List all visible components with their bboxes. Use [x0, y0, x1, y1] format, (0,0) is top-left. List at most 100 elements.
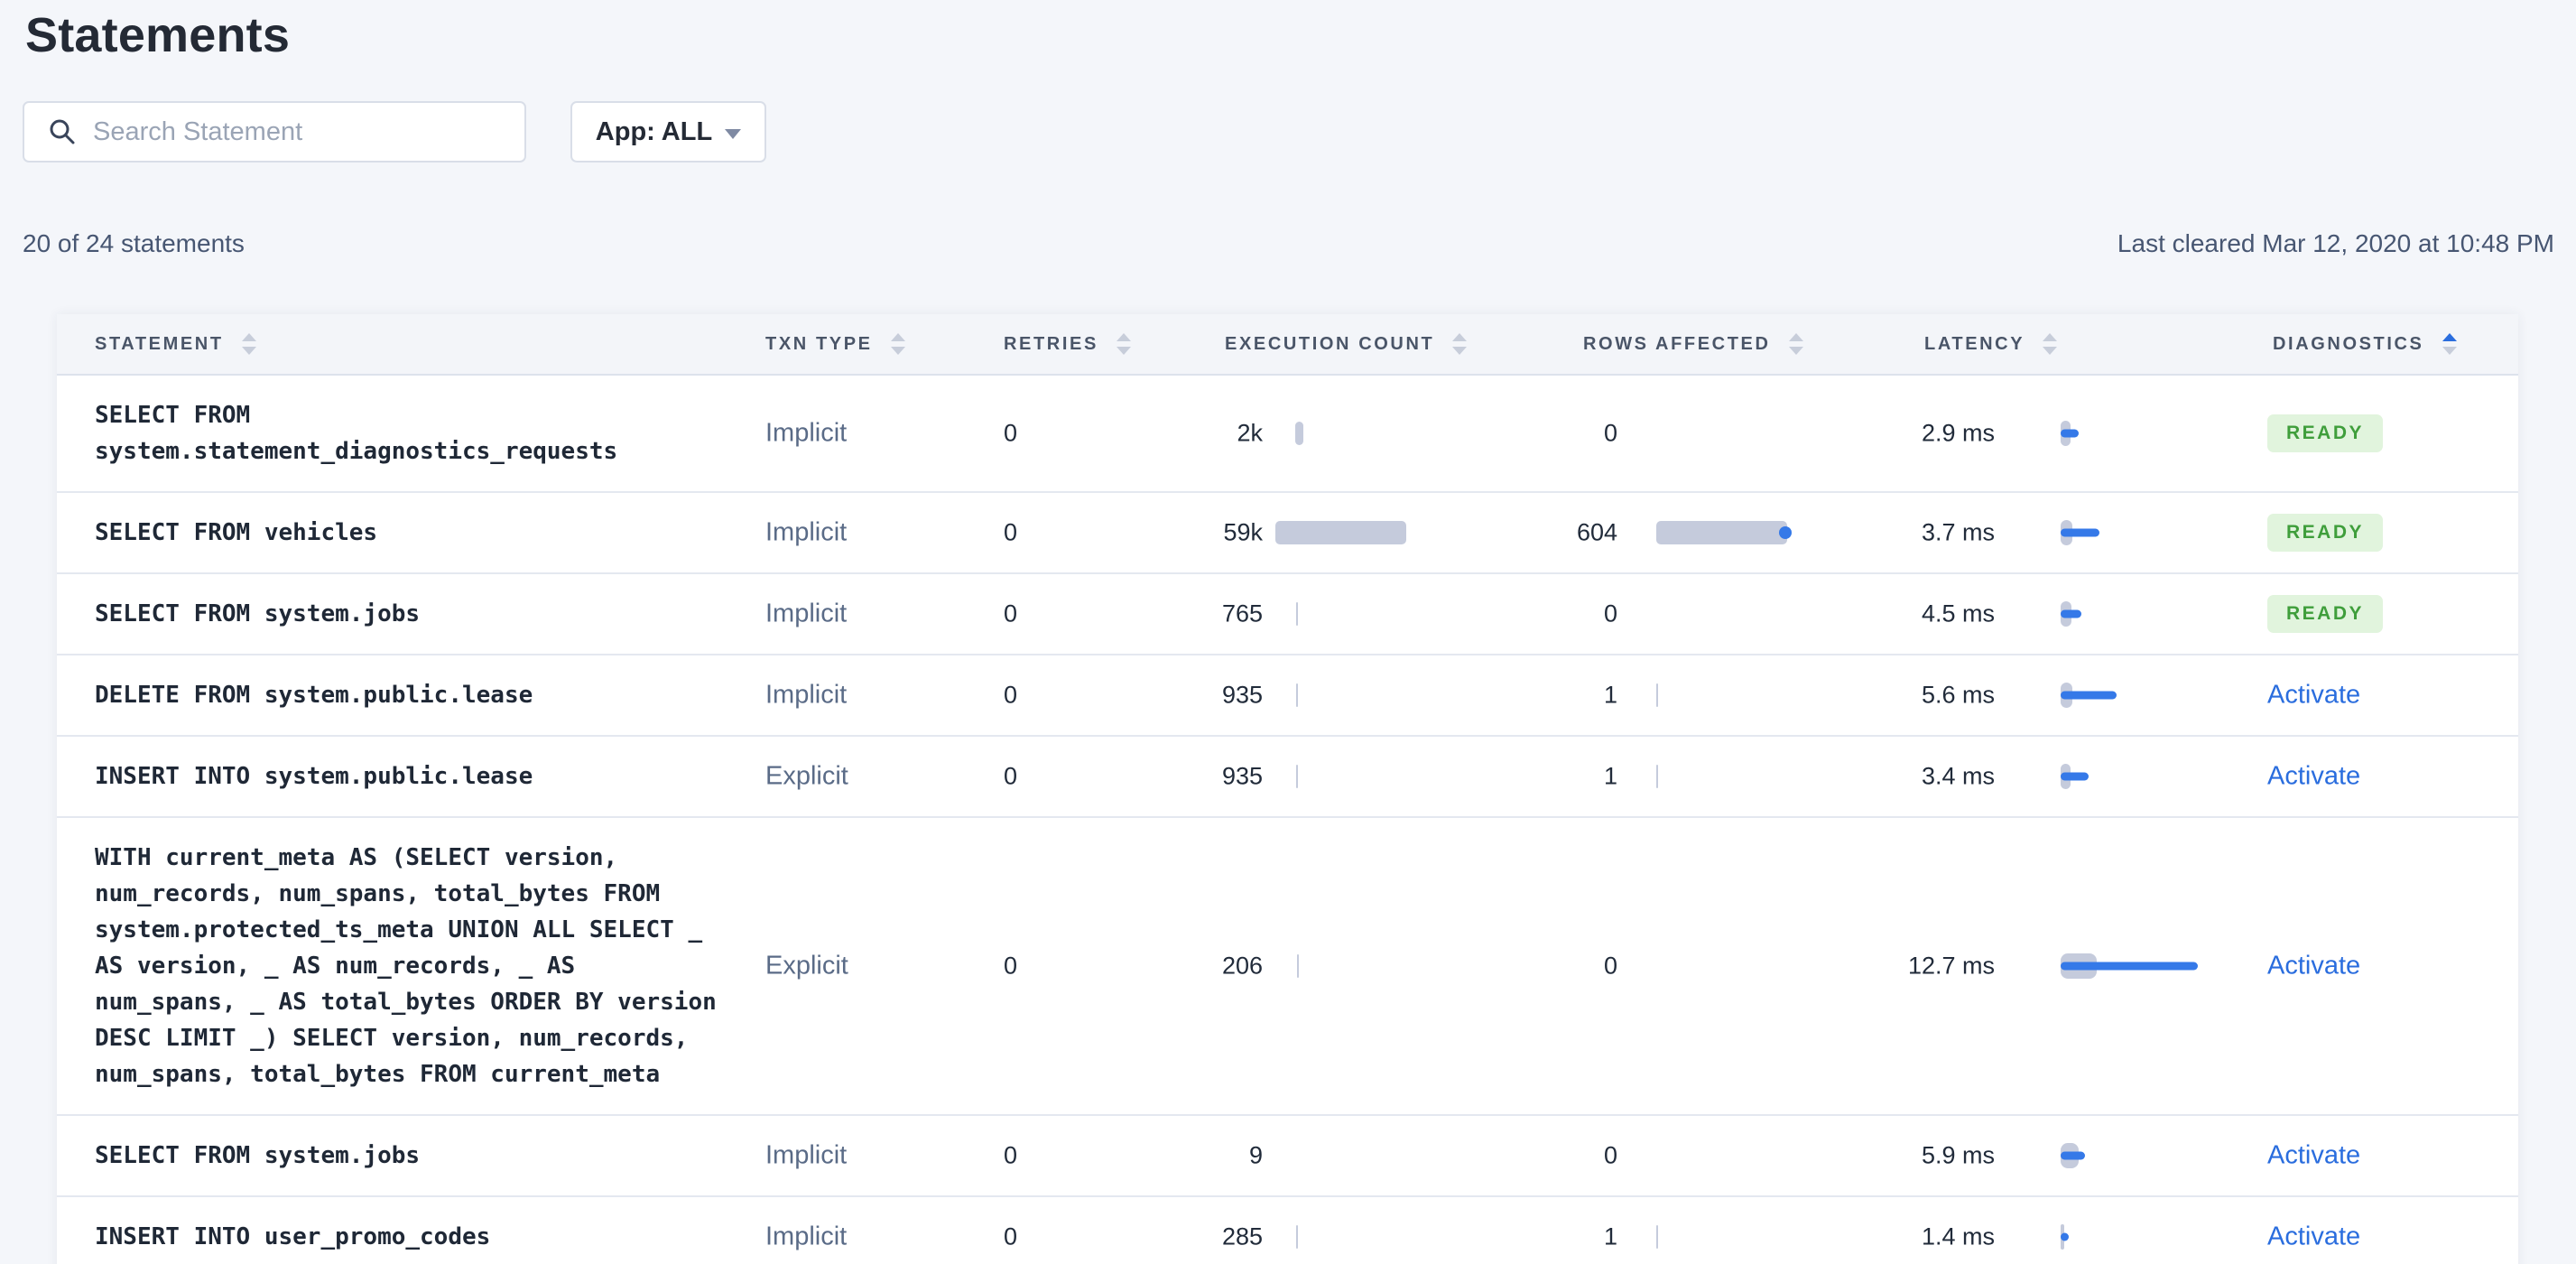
- sort-desc-icon[interactable]: [1452, 347, 1468, 355]
- rows-affected-bar: [1656, 765, 1658, 788]
- retries-value: 0: [1004, 1222, 1018, 1250]
- sort-asc-icon[interactable]: [1452, 333, 1468, 341]
- sort-asc-icon[interactable]: [1788, 333, 1803, 341]
- app-filter-dropdown[interactable]: App: ALL: [570, 101, 766, 163]
- txn-type-value: Implicit: [765, 1222, 848, 1251]
- statement-link[interactable]: SELECT FROM system.statement_diagnostics…: [95, 397, 727, 469]
- column-label: DIAGNOSTICS: [2273, 333, 2424, 354]
- activate-link[interactable]: Activate: [2267, 1141, 2360, 1170]
- sort-desc-icon[interactable]: [2442, 347, 2457, 355]
- statement-link[interactable]: SELECT FROM vehicles: [95, 515, 727, 551]
- table-row: WITH current_meta AS (SELECT version, nu…: [57, 818, 2518, 1116]
- execution-count-value: 285: [1221, 1222, 1263, 1250]
- diagnostics-cell: Activate: [2267, 952, 2360, 981]
- column-label: ROWS AFFECTED: [1583, 333, 1771, 354]
- table-row: INSERT INTO user_promo_codes Implicit 0 …: [57, 1197, 2518, 1264]
- latency-mean-bar: [2061, 691, 2117, 700]
- latency-value: 2.9 ms: [1921, 419, 1995, 447]
- column-header-diagnostics[interactable]: DIAGNOSTICS: [2273, 333, 2457, 355]
- latency-value: 12.7 ms: [1907, 952, 1995, 980]
- column-header-execution-count[interactable]: EXECUTION COUNT: [1225, 333, 1468, 355]
- sort-desc-icon[interactable]: [1116, 347, 1131, 355]
- activate-link[interactable]: Activate: [2267, 681, 2360, 710]
- execution-count-value: 765: [1221, 599, 1263, 627]
- ready-badge: READY: [2267, 595, 2384, 633]
- table-row: SELECT FROM vehicles Implicit 0 59k 604 …: [57, 493, 2518, 574]
- column-header-retries[interactable]: RETRIES: [1004, 333, 1131, 355]
- search-input[interactable]: [93, 116, 490, 147]
- latency-value: 4.5 ms: [1921, 599, 1995, 627]
- latency-mean-bar: [2061, 609, 2081, 618]
- column-label: TXN TYPE: [765, 333, 873, 354]
- sort-desc-icon[interactable]: [2043, 347, 2058, 355]
- statement-link[interactable]: DELETE FROM system.public.lease: [95, 677, 727, 713]
- diagnostics-cell: Activate: [2267, 1222, 2360, 1252]
- column-header-latency[interactable]: LATENCY: [1924, 333, 2058, 355]
- txn-type-value: Explicit: [765, 951, 848, 981]
- statements-table: STATEMENT TXN TYPE RETRIES EXECUTION COU…: [57, 314, 2518, 1264]
- table-body: SELECT FROM system.statement_diagnostics…: [57, 376, 2518, 1264]
- statement-link[interactable]: WITH current_meta AS (SELECT version, nu…: [95, 840, 727, 1092]
- latency-value: 5.9 ms: [1921, 1141, 1995, 1169]
- latency-mean-bar: [2061, 528, 2099, 537]
- execution-count-bar: [1296, 1225, 1298, 1249]
- statement-link[interactable]: INSERT INTO system.public.lease: [95, 758, 727, 795]
- statement-link[interactable]: SELECT FROM system.jobs: [95, 1138, 727, 1174]
- sort-asc-icon[interactable]: [2043, 333, 2058, 341]
- search-statement-box[interactable]: [23, 101, 526, 163]
- chevron-down-icon: [725, 128, 742, 139]
- rows-affected-value: 0: [1603, 1141, 1617, 1169]
- retries-value: 0: [1004, 762, 1018, 790]
- diagnostics-cell: READY: [2267, 514, 2384, 552]
- table-row: INSERT INTO system.public.lease Explicit…: [57, 737, 2518, 818]
- sort-asc-icon[interactable]: [890, 333, 905, 341]
- rows-affected-value: 604: [1576, 518, 1617, 546]
- ready-badge: READY: [2267, 414, 2384, 452]
- execution-count-value: 935: [1221, 681, 1263, 709]
- latency-value: 3.4 ms: [1921, 762, 1995, 790]
- sort-asc-icon[interactable]: [2442, 333, 2457, 341]
- latency-mean-bar: [2061, 962, 2198, 971]
- txn-type-value: Implicit: [765, 517, 848, 547]
- activate-link[interactable]: Activate: [2267, 952, 2360, 981]
- diagnostics-cell: READY: [2267, 414, 2384, 452]
- sort-desc-icon[interactable]: [1788, 347, 1803, 355]
- table-row: SELECT FROM system.jobs Implicit 0 765 0…: [57, 574, 2518, 655]
- last-cleared-label: Last cleared Mar 12, 2020 at 10:48 PM: [2117, 229, 2554, 257]
- sort-asc-icon[interactable]: [241, 333, 256, 341]
- column-label: RETRIES: [1004, 333, 1098, 354]
- latency-value: 3.7 ms: [1921, 518, 1995, 546]
- retries-value: 0: [1004, 518, 1018, 546]
- mean-dot-icon: [1779, 526, 1792, 539]
- activate-link[interactable]: Activate: [2267, 1222, 2360, 1251]
- statement-link[interactable]: INSERT INTO user_promo_codes: [95, 1219, 727, 1255]
- execution-count-value: 935: [1221, 762, 1263, 790]
- meta-row: 20 of 24 statements Last cleared Mar 12,…: [23, 229, 2554, 258]
- latency-mean-bar: [2061, 772, 2089, 781]
- execution-count-bar: [1296, 765, 1298, 788]
- activate-link[interactable]: Activate: [2267, 762, 2360, 791]
- execution-count-bar: [1297, 954, 1299, 978]
- retries-value: 0: [1004, 1141, 1018, 1169]
- column-header-statement[interactable]: STATEMENT: [95, 333, 256, 355]
- app-filter-label: App: ALL: [595, 116, 713, 146]
- statement-link[interactable]: SELECT FROM system.jobs: [95, 596, 727, 632]
- execution-count-value: 9: [1248, 1141, 1263, 1169]
- column-header-txn-type[interactable]: TXN TYPE: [765, 333, 905, 355]
- execution-count-value: 59k: [1223, 518, 1263, 546]
- execution-count-bar: [1295, 422, 1303, 445]
- execution-count-value: 206: [1221, 952, 1263, 980]
- retries-value: 0: [1004, 681, 1018, 709]
- ready-badge: READY: [2267, 514, 2384, 552]
- sort-asc-icon[interactable]: [1116, 333, 1131, 341]
- sort-desc-icon[interactable]: [890, 347, 905, 355]
- latency-value: 5.6 ms: [1921, 681, 1995, 709]
- diagnostics-cell: Activate: [2267, 1141, 2360, 1171]
- rows-affected-value: 1: [1603, 1222, 1617, 1250]
- latency-mean-bar: [2061, 1151, 2085, 1160]
- column-header-rows-affected[interactable]: ROWS AFFECTED: [1583, 333, 1803, 355]
- retries-value: 0: [1004, 599, 1018, 627]
- latency-mean-bar: [2061, 429, 2079, 438]
- sort-desc-icon[interactable]: [241, 347, 256, 355]
- table-row: SELECT FROM system.jobs Implicit 0 9 0 5…: [57, 1116, 2518, 1197]
